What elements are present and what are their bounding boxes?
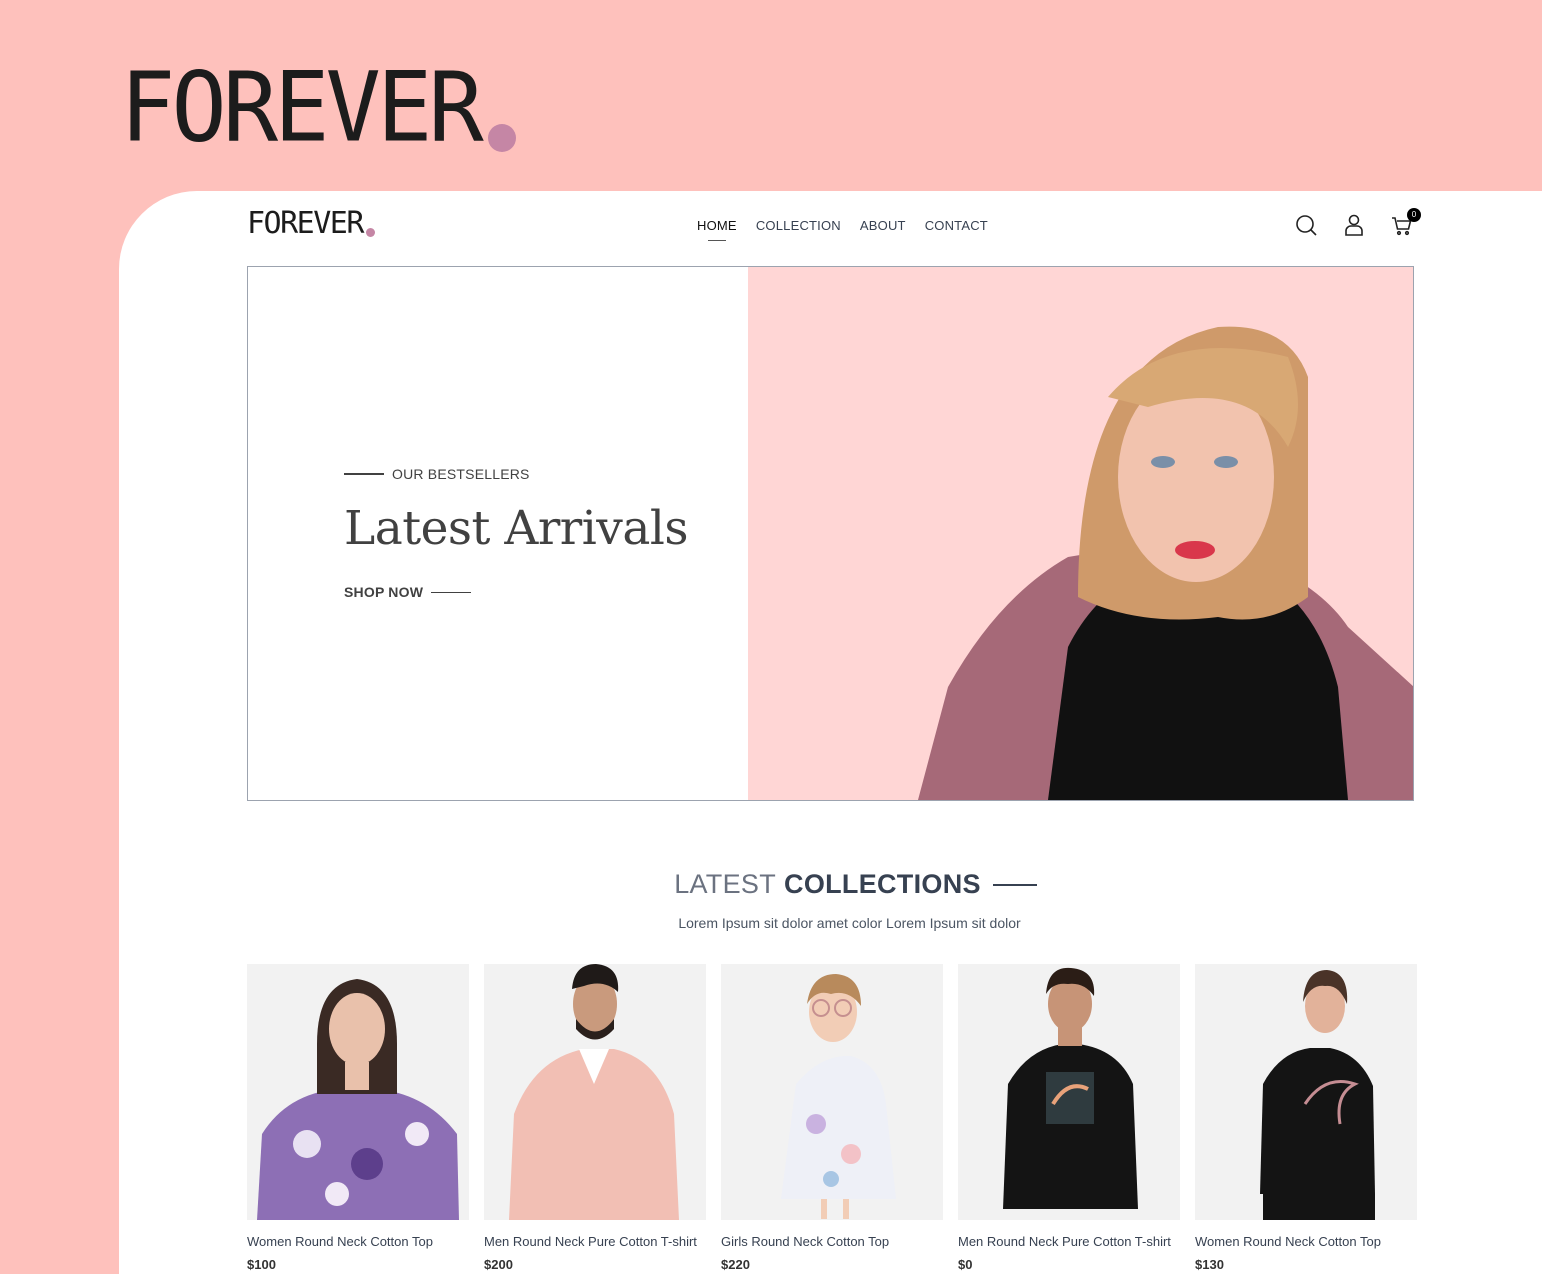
shop-now-link[interactable]: SHOP NOW [344, 584, 472, 600]
search-icon[interactable] [1295, 213, 1317, 237]
product-name[interactable]: Men Round Neck Pure Cotton T-shirt [484, 1234, 706, 1249]
nav-link-collection[interactable]: COLLECTION [756, 218, 841, 233]
product-card[interactable]: Women Round Neck Cotton Top $100 [247, 964, 469, 1272]
shop-now-line [431, 591, 472, 593]
product-card[interactable]: Girls Round Neck Cotton Top $220 [721, 964, 943, 1272]
product-price: $0 [958, 1257, 973, 1272]
product-price: $200 [484, 1257, 513, 1272]
section-title-line [992, 883, 1037, 886]
product-image[interactable] [958, 964, 1180, 1220]
product-grid: Women Round Neck Cotton Top $100 Men Rou… [247, 964, 1417, 1272]
kicker-line [344, 473, 384, 475]
hero-model-illustration [918, 326, 1413, 800]
section-title-bold: COLLECTIONS [784, 869, 981, 899]
product-name[interactable]: Women Round Neck Cotton Top [1195, 1234, 1417, 1249]
profile-icon[interactable] [1343, 213, 1365, 237]
section-subtitle: Lorem Ipsum sit dolor amet color Lorem I… [678, 915, 1021, 931]
navbar: FOREVER HOME COLLECTION ABOUT CONTACT 0 [247, 208, 1421, 249]
product-price: $100 [247, 1257, 276, 1272]
hero-banner: OUR BESTSELLERS Latest Arrivals SHOP NOW [247, 266, 1414, 801]
hero-text-panel: OUR BESTSELLERS Latest Arrivals SHOP NOW [248, 267, 748, 800]
navbar-logo[interactable]: FOREVER [247, 209, 375, 239]
cart-icon[interactable]: 0 [1391, 208, 1421, 237]
hero-image [748, 267, 1413, 800]
hero-kicker-text: OUR BESTSELLERS [392, 466, 530, 482]
product-image[interactable] [247, 964, 469, 1220]
hero-headline: Latest Arrivals [344, 501, 689, 556]
brand-wordmark: FOREVER [120, 51, 484, 164]
navbar-wordmark: FOREVER [247, 206, 364, 241]
section-title-light: LATEST [674, 869, 777, 899]
product-card[interactable]: Men Round Neck Pure Cotton T-shirt $200 [484, 964, 706, 1272]
nav-icons: 0 [1295, 208, 1421, 237]
product-image[interactable] [721, 964, 943, 1220]
product-name[interactable]: Women Round Neck Cotton Top [247, 1234, 469, 1249]
nav-link-contact[interactable]: CONTACT [925, 218, 988, 233]
product-image[interactable] [484, 964, 706, 1220]
product-name[interactable]: Men Round Neck Pure Cotton T-shirt [958, 1234, 1180, 1249]
nav-links: HOME COLLECTION ABOUT CONTACT [697, 218, 988, 233]
shop-now-label: SHOP NOW [344, 584, 424, 600]
product-card[interactable]: Women Round Neck Cotton Top $130 [1195, 964, 1417, 1272]
navbar-logo-dot [365, 228, 375, 237]
section-title: LATEST COLLECTIONS [119, 869, 1542, 900]
hero-kicker: OUR BESTSELLERS [344, 466, 530, 482]
product-name[interactable]: Girls Round Neck Cotton Top [721, 1234, 943, 1249]
cart-count-badge: 0 [1407, 208, 1421, 222]
product-image[interactable] [1195, 964, 1417, 1220]
product-price: $130 [1195, 1257, 1224, 1272]
product-card[interactable]: Men Round Neck Pure Cotton T-shirt $0 [958, 964, 1180, 1272]
brand-dot [487, 124, 516, 152]
app-window: FOREVER HOME COLLECTION ABOUT CONTACT 0 … [119, 191, 1542, 1274]
nav-link-about[interactable]: ABOUT [860, 218, 906, 233]
brand-logo-large: FOREVER [120, 51, 516, 164]
nav-link-home[interactable]: HOME [697, 218, 737, 233]
product-price: $220 [721, 1257, 750, 1272]
